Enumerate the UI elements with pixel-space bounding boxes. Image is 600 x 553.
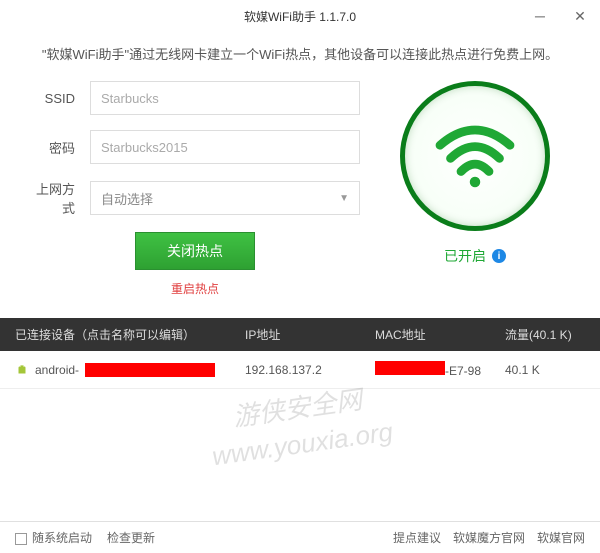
redacted-device xyxy=(85,363,215,377)
startup-label: 随系统启动 xyxy=(32,531,92,545)
ssid-row: SSID xyxy=(30,81,360,115)
footer-right: 提点建议 软媒魔方官网 软媒官网 xyxy=(393,529,585,546)
ssid-label: SSID xyxy=(30,91,90,106)
header-devices: 已连接设备（点击名称可以编辑） xyxy=(15,326,245,343)
wifi-icon xyxy=(430,119,520,194)
wifi-indicator: 已开启 i xyxy=(390,81,560,298)
traffic-cell: 40.1 K xyxy=(505,363,585,377)
method-value: 自动选择 xyxy=(101,189,153,208)
ssid-input[interactable] xyxy=(90,81,360,115)
mofang-link[interactable]: 软媒魔方官网 xyxy=(453,529,525,546)
method-label: 上网方式 xyxy=(30,179,90,217)
table-header: 已连接设备（点击名称可以编辑） IP地址 MAC地址 流量(40.1 K) xyxy=(0,318,600,351)
footer-left: 随系统启动 检查更新 xyxy=(15,529,155,546)
table-row: android- 192.168.137.2 -E7-98 40.1 K xyxy=(0,351,600,389)
close-hotspot-button[interactable]: 关闭热点 xyxy=(135,232,255,270)
header-ip: IP地址 xyxy=(245,326,375,343)
form-section: SSID 密码 上网方式 自动选择 ▼ 关闭热点 重启热点 xyxy=(30,81,360,298)
minimize-button[interactable]: ─ xyxy=(520,0,560,32)
chevron-down-icon: ▼ xyxy=(339,193,349,204)
restart-hotspot-link[interactable]: 重启热点 xyxy=(171,282,219,296)
titlebar: 软媒WiFi助手 1.1.7.0 ─ ✕ xyxy=(0,0,600,32)
mac-suffix: -E7-98 xyxy=(445,364,481,378)
status-row: 已开启 i xyxy=(444,246,506,266)
watermark: 游侠安全网 www.youxia.org xyxy=(205,378,395,475)
official-link[interactable]: 软媒官网 xyxy=(537,529,585,546)
app-description: "软媒WiFi助手"通过无线网卡建立一个WiFi热点，其他设备可以连接此热点进行… xyxy=(0,32,600,71)
close-button[interactable]: ✕ xyxy=(560,0,600,32)
android-icon xyxy=(15,363,29,377)
titlebar-controls: ─ ✕ xyxy=(520,0,600,32)
header-mac: MAC地址 xyxy=(375,326,505,343)
password-label: 密码 xyxy=(30,138,90,157)
mac-cell: -E7-98 xyxy=(375,361,505,378)
button-row: 关闭热点 xyxy=(30,232,360,270)
header-traffic: 流量(40.1 K) xyxy=(505,326,585,343)
check-update-link[interactable]: 检查更新 xyxy=(107,529,155,546)
info-icon[interactable]: i xyxy=(492,249,506,263)
password-input[interactable] xyxy=(90,130,360,164)
restart-row: 重启热点 xyxy=(30,280,360,298)
method-select[interactable]: 自动选择 ▼ xyxy=(90,181,360,215)
method-row: 上网方式 自动选择 ▼ xyxy=(30,179,360,217)
devices-table: 已连接设备（点击名称可以编辑） IP地址 MAC地址 流量(40.1 K) an… xyxy=(0,318,600,389)
password-row: 密码 xyxy=(30,130,360,164)
main-content: SSID 密码 上网方式 自动选择 ▼ 关闭热点 重启热点 xyxy=(0,71,600,308)
ip-cell: 192.168.137.2 xyxy=(245,363,375,377)
startup-checkbox-wrapper[interactable]: 随系统启动 xyxy=(15,529,92,546)
footer: 随系统启动 检查更新 提点建议 软媒魔方官网 软媒官网 xyxy=(0,521,600,553)
suggest-link[interactable]: 提点建议 xyxy=(393,529,441,546)
status-text: 已开启 xyxy=(444,246,486,266)
device-prefix: android- xyxy=(35,363,79,377)
window-title: 软媒WiFi助手 1.1.7.0 xyxy=(244,8,356,25)
device-cell[interactable]: android- xyxy=(15,363,245,377)
redacted-mac xyxy=(375,361,445,375)
wifi-circle xyxy=(400,81,550,231)
checkbox-icon xyxy=(15,533,27,545)
